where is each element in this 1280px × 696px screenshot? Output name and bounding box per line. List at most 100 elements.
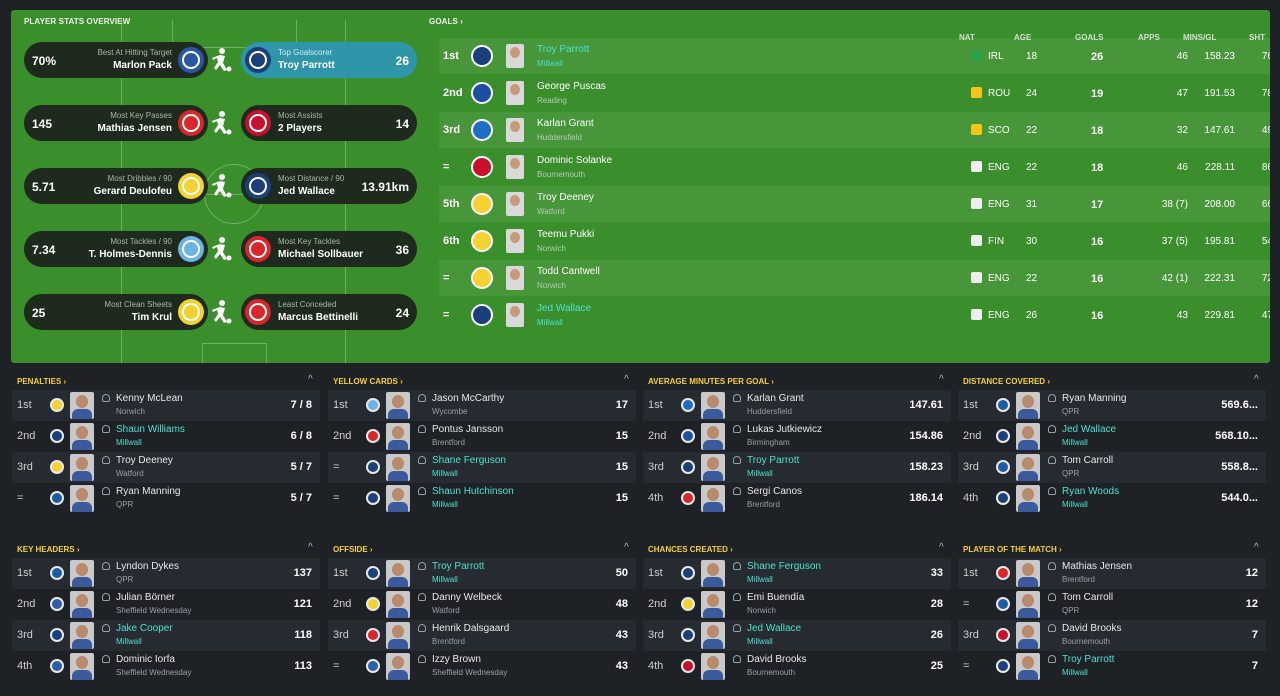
- player-club[interactable]: Millwall: [116, 438, 142, 447]
- club-badge-icon[interactable]: [681, 566, 695, 580]
- norwich-badge[interactable]: [178, 299, 204, 325]
- yellow-cards-row[interactable]: = Shaun Hutchinson Millwall 15: [328, 483, 636, 514]
- player-club[interactable]: QPR: [1062, 469, 1079, 478]
- player-name[interactable]: Troy Deeney: [116, 455, 173, 466]
- player-club[interactable]: Millwall: [1062, 500, 1088, 509]
- barnsley-badge[interactable]: [245, 236, 271, 262]
- club-badge-icon[interactable]: [996, 659, 1010, 673]
- penalties-title-link[interactable]: PENALTIES ›: [17, 377, 66, 386]
- player-club[interactable]: Birmingham: [747, 438, 790, 447]
- club-badge-icon[interactable]: [681, 491, 695, 505]
- player-club[interactable]: Millwall: [1062, 438, 1088, 447]
- award-0-left[interactable]: 70% Best At Hitting Target Marlon Pack: [24, 42, 208, 78]
- player-club[interactable]: Sheffield Wednesday: [116, 668, 191, 677]
- player-club[interactable]: Reading: [537, 96, 567, 105]
- player-club[interactable]: Huddersfield: [747, 407, 792, 416]
- player-name[interactable]: Jason McCarthy: [432, 393, 504, 404]
- award-1-left[interactable]: 145 Most Key Passes Mathias Jensen: [24, 105, 208, 141]
- collapse-chevron-icon[interactable]: ^: [939, 542, 944, 553]
- player-club[interactable]: Brentford: [432, 438, 465, 447]
- award-4-right[interactable]: Least Conceded Marcus Bettinelli 24: [241, 294, 417, 330]
- club-badge-icon[interactable]: [996, 566, 1010, 580]
- goals-table-row[interactable]: = Jed Wallace Millwall ENG 26 16 43 229.…: [439, 297, 1270, 333]
- player-name[interactable]: Troy Parrott: [537, 44, 589, 55]
- goals-table-row[interactable]: 3rd Karlan Grant Huddersfield SCO 22 18 …: [439, 112, 1270, 148]
- player-of-the-match-row[interactable]: = Tom Carroll QPR 12: [958, 589, 1266, 620]
- player-name[interactable]: Lukas Jutkiewicz: [747, 424, 822, 435]
- club-badge-icon[interactable]: [471, 304, 493, 326]
- club-badge-icon[interactable]: [366, 566, 380, 580]
- collapse-chevron-icon[interactable]: ^: [308, 374, 313, 385]
- player-of-the-match-row[interactable]: 3rd David Brooks Bournemouth 7: [958, 620, 1266, 651]
- distance-covered-row[interactable]: 4th Ryan Woods Millwall 544.0...: [958, 483, 1266, 514]
- player-name[interactable]: Jake Cooper: [116, 623, 173, 634]
- player-club[interactable]: QPR: [116, 575, 133, 584]
- player-name[interactable]: David Brooks: [1062, 623, 1121, 634]
- club-badge-icon[interactable]: [471, 193, 493, 215]
- club-badge-icon[interactable]: [681, 659, 695, 673]
- club-badge-icon[interactable]: [471, 119, 493, 141]
- player-name[interactable]: Shane Ferguson: [432, 455, 506, 466]
- collapse-chevron-icon[interactable]: ^: [308, 542, 313, 553]
- player-of-the-match-title-link[interactable]: PLAYER OF THE MATCH ›: [963, 545, 1062, 554]
- club-badge-icon[interactable]: [50, 429, 64, 443]
- player-name[interactable]: Pontus Jansson: [432, 424, 503, 435]
- yellow-cards-title-link[interactable]: YELLOW CARDS ›: [333, 377, 403, 386]
- chances-created-title-link[interactable]: CHANCES CREATED ›: [648, 545, 733, 554]
- award-player-name[interactable]: Marlon Pack: [113, 60, 172, 71]
- club-badge-icon[interactable]: [471, 230, 493, 252]
- player-club[interactable]: Sheffield Wednesday: [116, 606, 191, 615]
- player-name[interactable]: Tom Carroll: [1062, 455, 1113, 466]
- award-player-name[interactable]: Marcus Bettinelli: [278, 312, 358, 323]
- player-club[interactable]: Brentford: [432, 637, 465, 646]
- player-name[interactable]: Teemu Pukki: [537, 229, 594, 240]
- collapse-chevron-icon[interactable]: ^: [624, 374, 629, 385]
- player-name[interactable]: David Brooks: [747, 654, 806, 665]
- club-badge-icon[interactable]: [366, 460, 380, 474]
- player-name[interactable]: Jed Wallace: [747, 623, 801, 634]
- chances-created-row[interactable]: 2nd Emi Buendía Norwich 28: [643, 589, 951, 620]
- award-4-left[interactable]: 25 Most Clean Sheets Tim Krul: [24, 294, 208, 330]
- club-badge-icon[interactable]: [996, 491, 1010, 505]
- player-name[interactable]: Ryan Manning: [1062, 393, 1126, 404]
- club-badge-icon[interactable]: [366, 491, 380, 505]
- offside-title-link[interactable]: OFFSIDE ›: [333, 545, 373, 554]
- club-badge-icon[interactable]: [681, 628, 695, 642]
- club-badge-icon[interactable]: [471, 82, 493, 104]
- player-club[interactable]: QPR: [1062, 407, 1079, 416]
- player-club[interactable]: Millwall: [432, 575, 458, 584]
- nationality[interactable]: ENG: [988, 162, 1010, 173]
- player-club[interactable]: Wycombe: [432, 407, 468, 416]
- offside-row[interactable]: 2nd Danny Welbeck Watford 48: [328, 589, 636, 620]
- player-club[interactable]: Huddersfield: [537, 133, 582, 142]
- award-player-name[interactable]: Troy Parrott: [278, 60, 335, 71]
- player-of-the-match-row[interactable]: = Troy Parrott Millwall 7: [958, 651, 1266, 682]
- chances-created-row[interactable]: 4th David Brooks Bournemouth 25: [643, 651, 951, 682]
- club-badge-icon[interactable]: [471, 45, 493, 67]
- collapse-chevron-icon[interactable]: ^: [1254, 542, 1259, 553]
- club-badge-icon[interactable]: [50, 491, 64, 505]
- collapse-chevron-icon[interactable]: ^: [939, 374, 944, 385]
- distance-covered-title-link[interactable]: DISTANCE COVERED ›: [963, 377, 1050, 386]
- player-name[interactable]: Izzy Brown: [432, 654, 481, 665]
- goals-table-row[interactable]: 6th Teemu Pukki Norwich FIN 30 16 37 (5)…: [439, 223, 1270, 259]
- player-club[interactable]: Brentford: [1062, 575, 1095, 584]
- club-badge-icon[interactable]: [681, 460, 695, 474]
- player-club[interactable]: Watford: [432, 606, 460, 615]
- award-2-right[interactable]: Most Distance / 90 Jed Wallace 13.91km: [241, 168, 417, 204]
- player-club[interactable]: QPR: [1062, 606, 1079, 615]
- player-club[interactable]: Bournemouth: [747, 668, 795, 677]
- wycombe-badge[interactable]: [178, 236, 204, 262]
- player-name[interactable]: Dominic Solanke: [537, 155, 612, 166]
- club-badge-icon[interactable]: [366, 659, 380, 673]
- nationality[interactable]: ENG: [988, 310, 1010, 321]
- player-name[interactable]: Mathias Jensen: [1062, 561, 1132, 572]
- offside-row[interactable]: 3rd Henrik Dalsgaard Brentford 43: [328, 620, 636, 651]
- goals-table-row[interactable]: = Dominic Solanke Bournemouth ENG 22 18 …: [439, 149, 1270, 185]
- penalties-row[interactable]: 2nd Shaun Williams Millwall 6 / 8: [12, 421, 320, 452]
- award-1-right[interactable]: Most Assists 2 Players 14: [241, 105, 417, 141]
- player-of-the-match-row[interactable]: 1st Mathias Jensen Brentford 12: [958, 558, 1266, 589]
- player-name[interactable]: Jed Wallace: [1062, 424, 1116, 435]
- average-minutes-per-goal-row[interactable]: 2nd Lukas Jutkiewicz Birmingham 154.86: [643, 421, 951, 452]
- club-badge-icon[interactable]: [366, 597, 380, 611]
